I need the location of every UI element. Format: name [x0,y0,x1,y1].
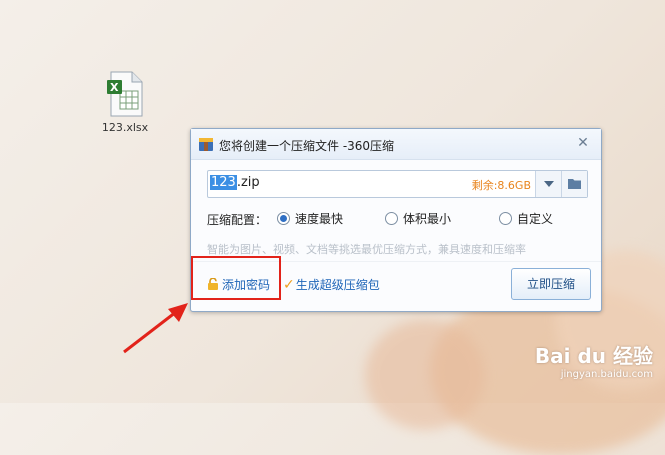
360zip-app-icon [199,138,213,151]
close-icon[interactable]: ✕ [575,135,591,151]
background-blob [365,320,485,430]
watermark-brand: Bai du 经验 [534,344,653,368]
filename-input[interactable]: 123.zip 剩余:8.6GB [207,170,588,198]
desktop-file-icon[interactable]: X 123.xlsx [97,71,153,134]
file-name-label: 123.xlsx [101,121,149,134]
excel-file-icon: X [106,71,144,117]
dialog-titlebar[interactable]: 您将创建一个压缩文件 -360压缩 ✕ [191,129,601,160]
svg-text:X: X [110,81,119,94]
option-custom[interactable]: 自定义 [499,210,553,227]
radio-selected-icon [277,212,290,225]
dialog-title: 您将创建一个压缩文件 -360压缩 [219,139,395,153]
highlight-box [191,256,281,300]
filename-selected: 123 [210,175,237,190]
option-fastest[interactable]: 速度最快 [277,210,343,227]
compress-now-button[interactable]: 立即压缩 [511,268,591,300]
filename-text[interactable]: 123.zip [210,175,260,190]
radio-icon [385,212,398,225]
chevron-down-icon[interactable] [535,171,561,197]
arrow-icon [123,303,188,354]
check-icon: ✓ [283,277,295,293]
config-label: 压缩配置： [207,213,268,227]
watermark-url: jingyan.baidu.com [560,369,653,380]
option-smallest[interactable]: 体积最小 [385,210,451,227]
super-pack-link[interactable]: ✓生成超级压缩包 [283,276,380,293]
filename-extension: .zip [236,175,260,190]
folder-icon[interactable] [561,171,587,197]
radio-icon [499,212,512,225]
space-remaining: 剩余:8.6GB [471,179,531,192]
option-hint: 智能为图片、视频、文档等挑选最优压缩方式，兼具速度和压缩率 [207,243,526,256]
compression-config: 压缩配置： 速度最快 体积最小 自定义 [207,210,587,228]
baidu-watermark: Bai du 经验 jingyan.baidu.com [535,340,653,380]
